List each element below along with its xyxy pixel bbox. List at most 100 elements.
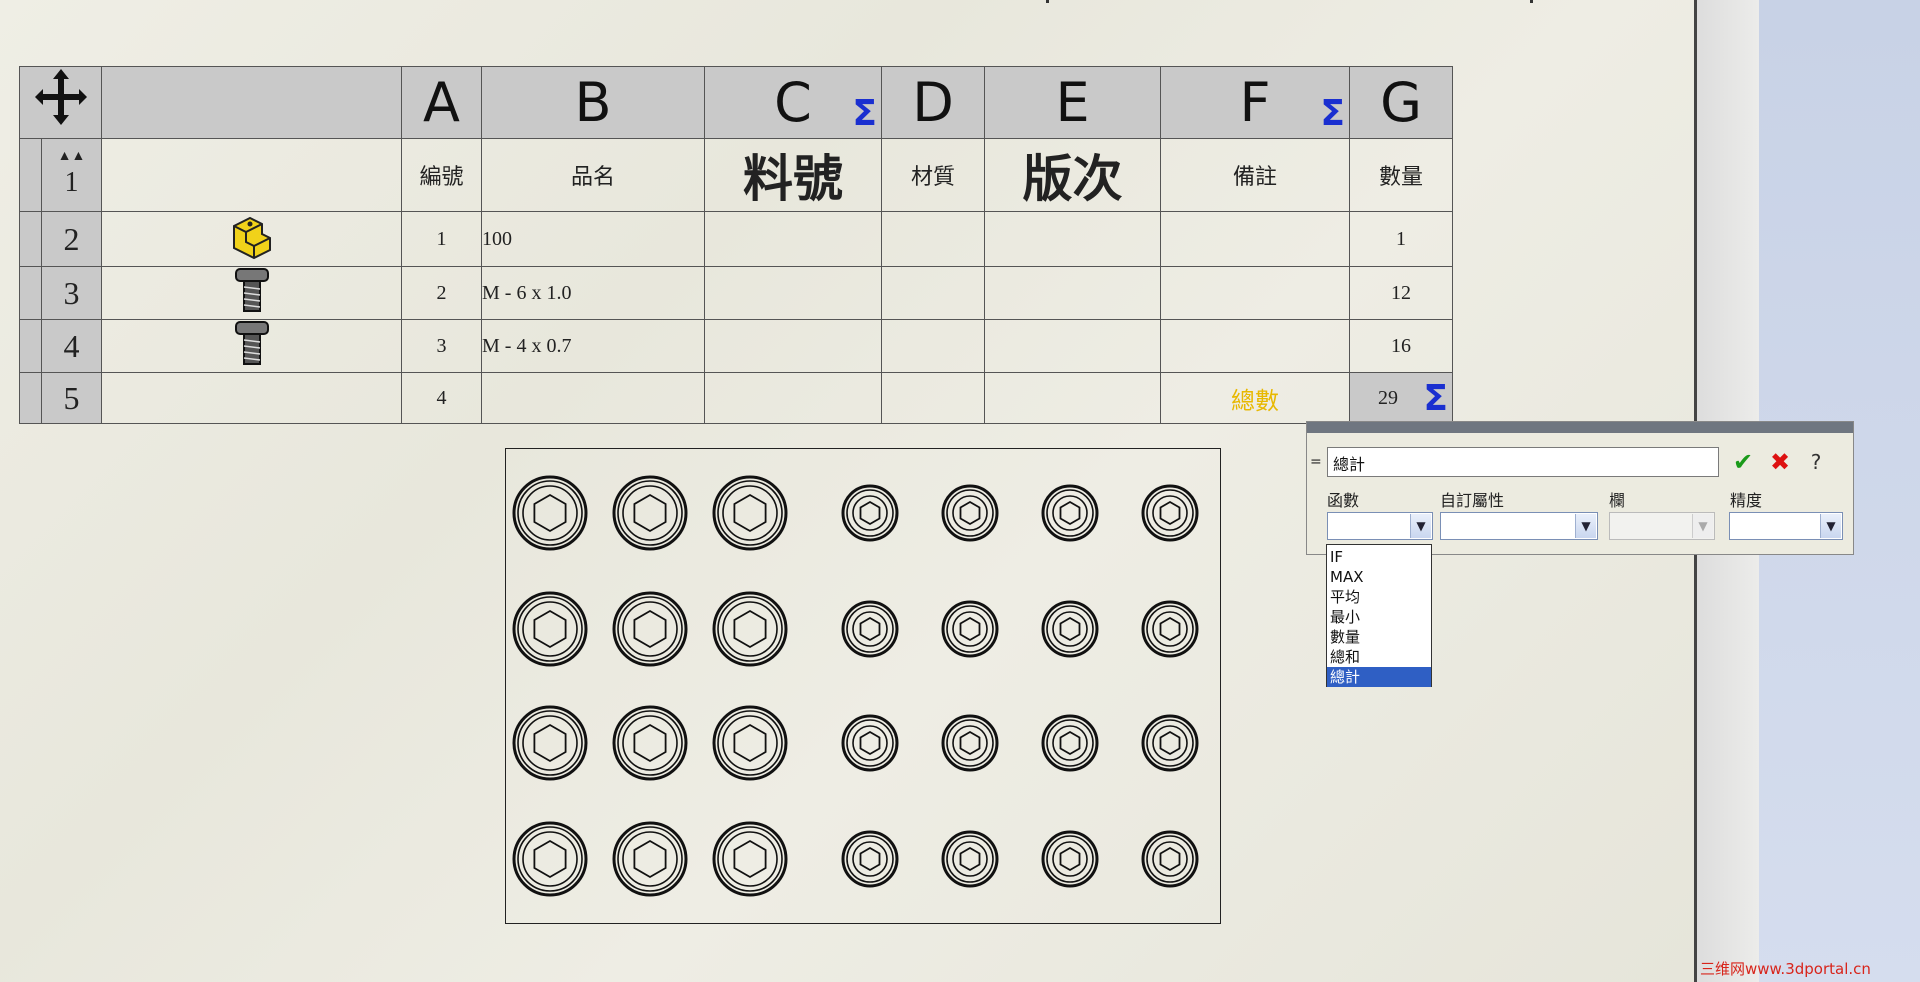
cell[interactable] [704, 266, 882, 320]
equation-dialog: = 總計 ✔ ✖ ? 函數 自訂屬性 欄 精度 ▼ ▼ ▼ ▼ [1306, 421, 1854, 555]
border-tick [1046, 0, 1049, 3]
col-header-d[interactable]: D [881, 66, 985, 139]
option-if[interactable]: IF [1327, 547, 1431, 567]
cell[interactable] [881, 372, 985, 424]
option-min[interactable]: 最小 [1327, 607, 1431, 627]
border-tick [1530, 0, 1533, 3]
precision-select[interactable]: ▼ [1729, 512, 1843, 540]
cell[interactable] [704, 211, 882, 267]
hole-pattern [512, 475, 1199, 897]
cell[interactable] [984, 319, 1161, 373]
counterbore-hole [612, 705, 688, 781]
column-label: 欄 [1609, 491, 1626, 510]
total-label[interactable]: 總數 [1160, 372, 1350, 424]
blank-header [101, 66, 402, 139]
tapped-hole [1141, 714, 1199, 772]
cell[interactable] [984, 266, 1161, 320]
option-total[interactable]: 總計 [1327, 667, 1431, 687]
option-average[interactable]: 平均 [1327, 587, 1431, 607]
cell[interactable] [1160, 319, 1350, 373]
tapped-hole [1141, 830, 1199, 888]
col-header-c[interactable]: CΣ [704, 66, 882, 139]
cell[interactable]: 12 [1349, 266, 1453, 320]
function-dropdown-list: IF MAX 平均 最小 數量 總和 總計 [1326, 544, 1432, 687]
sigma-icon: Σ [852, 93, 877, 134]
cell[interactable] [1160, 211, 1350, 267]
total-cell[interactable]: 29 Σ [1349, 372, 1453, 424]
option-max[interactable]: MAX [1327, 567, 1431, 587]
move-table-handle[interactable] [19, 66, 102, 139]
cell[interactable]: 100 [481, 211, 705, 267]
part-icon [232, 216, 271, 260]
col-header-g[interactable]: G [1349, 66, 1453, 139]
function-label: 函數 [1327, 491, 1360, 510]
tapped-hole [1041, 714, 1099, 772]
ok-button[interactable]: ✔ [1730, 448, 1756, 476]
formula-input[interactable]: 總計 [1327, 447, 1719, 477]
row-number[interactable]: 2 [41, 211, 102, 267]
column-select[interactable]: ▼ [1609, 512, 1715, 540]
sigma-icon: Σ [1423, 378, 1448, 419]
counterbore-hole [512, 705, 588, 781]
header-cell[interactable]: 數量 [1349, 138, 1453, 212]
cell[interactable] [881, 266, 985, 320]
cell[interactable]: 2 [401, 266, 482, 320]
row-number[interactable]: ▲▲ 1 [41, 138, 102, 212]
header-cell[interactable]: 品名 [481, 138, 705, 212]
counterbore-hole [512, 821, 588, 897]
cell[interactable]: 3 [401, 319, 482, 373]
cell[interactable] [984, 211, 1161, 267]
counterbore-hole [712, 591, 788, 667]
header-cell[interactable]: 料號 [704, 138, 882, 212]
header-cell[interactable]: 版次 [984, 138, 1161, 212]
row-number[interactable]: 3 [41, 266, 102, 320]
chevron-down-icon: ▼ [1820, 514, 1841, 538]
option-sum[interactable]: 總和 [1327, 647, 1431, 667]
dialog-titlebar[interactable] [1307, 422, 1853, 433]
cell[interactable] [704, 372, 882, 424]
tapped-hole [841, 714, 899, 772]
cell[interactable] [1160, 266, 1350, 320]
bom-table: A B CΣ D E FΣ G ▲▲ 1 編號 品名 料號 材質 版次 備註 數… [19, 66, 1453, 424]
cell[interactable] [481, 372, 705, 424]
move-icon [34, 69, 87, 125]
custom-property-select[interactable]: ▼ [1440, 512, 1598, 540]
cell[interactable]: 16 [1349, 319, 1453, 373]
col-header-f[interactable]: FΣ [1160, 66, 1350, 139]
column-header-row: A B CΣ D E FΣ G [19, 66, 1453, 139]
table-row: 4 3 M - 4 x 0.7 16 [19, 319, 1453, 373]
table-row: 3 2 M - 6 x 1.0 12 [19, 266, 1453, 320]
function-select[interactable]: ▼ [1327, 512, 1433, 540]
cell[interactable] [984, 372, 1161, 424]
cell[interactable]: 1 [401, 211, 482, 267]
col-header-b[interactable]: B [481, 66, 705, 139]
header-cell[interactable]: 備註 [1160, 138, 1350, 212]
row-number[interactable]: 5 [41, 372, 102, 424]
cell[interactable] [704, 319, 882, 373]
table-row: 2 1 100 1 [19, 211, 1453, 267]
chevron-down-icon: ▼ [1410, 514, 1431, 538]
equals-label: = [1310, 454, 1322, 470]
bolt-icon [234, 268, 269, 312]
option-count[interactable]: 數量 [1327, 627, 1431, 647]
header-cell[interactable]: 材質 [881, 138, 985, 212]
header-cell[interactable]: 編號 [401, 138, 482, 212]
col-header-e[interactable]: E [984, 66, 1161, 139]
help-button[interactable]: ? [1803, 448, 1829, 476]
cell[interactable]: 4 [401, 372, 482, 424]
col-header-a[interactable]: A [401, 66, 482, 139]
cell[interactable]: 1 [1349, 211, 1453, 267]
counterbore-hole [712, 475, 788, 551]
tapped-hole [941, 484, 999, 542]
sigma-icon: Σ [1320, 93, 1345, 134]
cell[interactable] [881, 319, 985, 373]
cell[interactable]: M - 6 x 1.0 [481, 266, 705, 320]
cancel-button[interactable]: ✖ [1767, 448, 1793, 476]
counterbore-hole [612, 475, 688, 551]
cell[interactable]: M - 4 x 0.7 [481, 319, 705, 373]
cell[interactable] [881, 211, 985, 267]
row-number[interactable]: 4 [41, 319, 102, 373]
tapped-hole [941, 600, 999, 658]
counterbore-hole [712, 821, 788, 897]
drawing-view[interactable] [505, 448, 1221, 924]
